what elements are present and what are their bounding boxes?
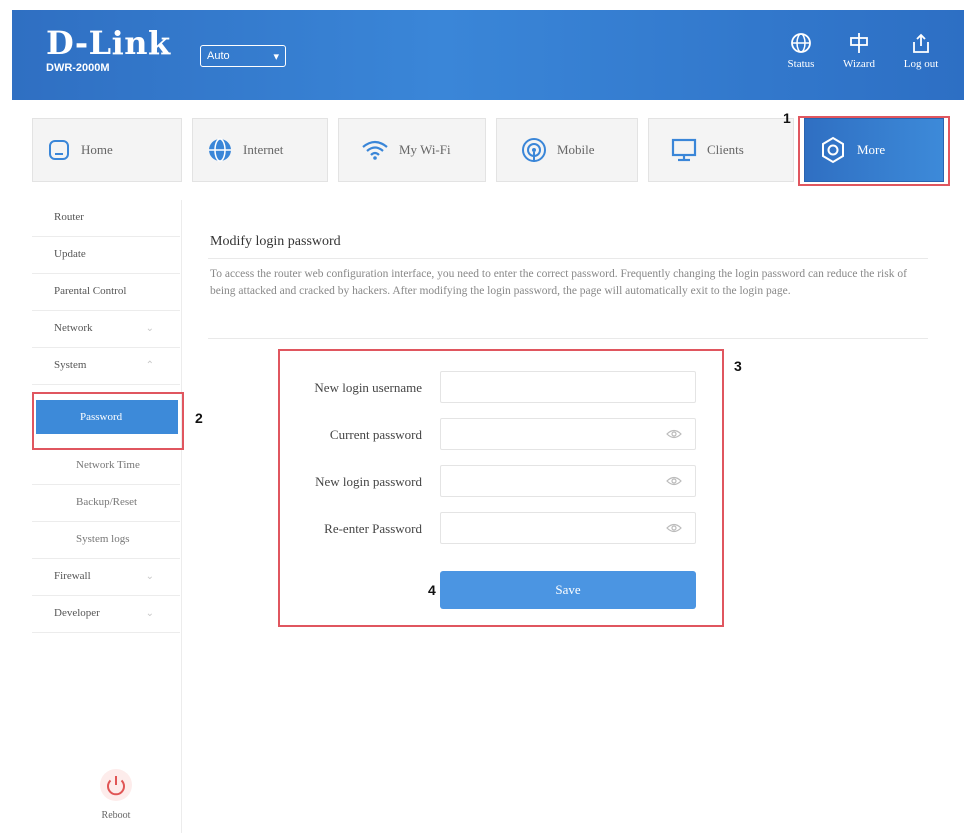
page-title: Modify login password [210, 234, 341, 249]
sidebar-item-label: Network Time [76, 459, 140, 471]
username-label: New login username [314, 380, 422, 395]
chevron-up-icon: ⌃ [145, 360, 154, 371]
step-marker-4: 4 [428, 582, 436, 598]
globe-icon [209, 138, 231, 162]
logo: D-Link DWR-2000M [46, 26, 171, 74]
tab-more-label: More [857, 142, 886, 157]
main-content: Modify login password To access the rout… [196, 200, 940, 833]
sidebar: Router Update Parental Control Network ⌄… [32, 200, 182, 833]
reboot-label: Reboot [101, 810, 131, 821]
divider [208, 338, 928, 339]
status-button[interactable]: Status [776, 32, 826, 70]
tab-home-label: Home [81, 142, 113, 157]
logo-text: D-Link [46, 24, 171, 62]
tab-mobile-label: Mobile [557, 142, 595, 157]
sidebar-item-label: System [54, 359, 87, 371]
divider [208, 258, 928, 259]
reboot-button[interactable]: Reboot [76, 768, 156, 821]
tab-mobile[interactable]: Mobile [496, 118, 638, 182]
header-bar: D-Link DWR-2000M Auto ▾ Status Wizard Lo… [12, 10, 964, 100]
language-value: Auto [207, 50, 230, 62]
current-password-label: Current password [329, 427, 422, 442]
home-icon [49, 140, 69, 160]
wizard-label: Wizard [843, 58, 875, 70]
chevron-down-icon: ⌄ [145, 571, 154, 582]
password-form: New login username Current password New … [278, 349, 724, 627]
tab-more[interactable]: More [804, 118, 944, 182]
settings-icon [822, 136, 844, 164]
step-marker-1: 1 [783, 110, 791, 126]
chevron-down-icon: ⌄ [145, 323, 154, 334]
eye-icon[interactable] [666, 523, 682, 533]
monitor-icon [671, 138, 697, 162]
reenter-password-input[interactable] [440, 512, 696, 544]
chevron-down-icon: ⌄ [145, 608, 154, 619]
chevron-down-icon: ▾ [273, 50, 279, 63]
tab-internet[interactable]: Internet [192, 118, 328, 182]
sidebar-item-password[interactable]: Password [36, 400, 178, 434]
tab-internet-label: Internet [243, 142, 284, 157]
sidebar-item-label: System logs [76, 533, 130, 545]
step-marker-3: 3 [734, 358, 742, 374]
tab-clients[interactable]: Clients [648, 118, 794, 182]
sidebar-item-label: Network [54, 322, 93, 334]
sidebar-item-network[interactable]: Network ⌄ [32, 311, 180, 348]
page-description: To access the router web configuration i… [210, 268, 907, 297]
sidebar-item-label: Update [54, 248, 86, 260]
sidebar-item-network-time[interactable]: Network Time [32, 448, 180, 485]
form-row-new-password: New login password [280, 465, 726, 499]
form-row-reenter-password: Re-enter Password [280, 512, 726, 546]
sidebar-item-label: Parental Control [54, 285, 127, 297]
eye-icon[interactable] [666, 429, 682, 439]
globe-icon [791, 33, 811, 53]
language-select[interactable]: Auto ▾ [200, 45, 286, 67]
sidebar-item-label: Developer [54, 607, 100, 619]
current-password-input[interactable] [440, 418, 696, 450]
sidebar-item-firewall[interactable]: Firewall ⌄ [32, 559, 180, 596]
sidebar-item-label: Firewall [54, 570, 91, 582]
new-password-input[interactable] [440, 465, 696, 497]
new-password-label: New login password [315, 474, 422, 489]
save-button[interactable]: Save [440, 571, 696, 609]
logout-icon [913, 33, 929, 53]
logout-button[interactable]: Log out [896, 32, 946, 70]
power-icon [100, 769, 132, 801]
sidebar-item-system-logs[interactable]: System logs [32, 522, 180, 559]
logout-label: Log out [903, 58, 939, 70]
form-row-current-password: Current password [280, 418, 726, 452]
sidebar-item-label: Password [80, 411, 123, 423]
mobile-signal-icon [522, 138, 546, 162]
model-name: DWR-2000M [46, 62, 110, 74]
form-row-username: New login username [280, 371, 726, 405]
eye-icon[interactable] [666, 476, 682, 486]
tab-clients-label: Clients [707, 142, 744, 157]
sidebar-item-developer[interactable]: Developer ⌄ [32, 596, 180, 633]
status-label: Status [787, 58, 815, 70]
sidebar-item-parental-control[interactable]: Parental Control [32, 274, 180, 311]
wizard-icon [850, 33, 868, 53]
wizard-button[interactable]: Wizard [834, 32, 884, 70]
sidebar-item-label: Router [54, 211, 84, 223]
sidebar-item-backup-reset[interactable]: Backup/Reset [32, 485, 180, 522]
sidebar-item-update[interactable]: Update [32, 237, 180, 274]
sidebar-item-router[interactable]: Router [32, 200, 180, 237]
sidebar-item-system[interactable]: System ⌃ [32, 348, 180, 385]
tab-my-wifi[interactable]: My Wi-Fi [338, 118, 486, 182]
tab-home[interactable]: Home [32, 118, 182, 182]
wifi-icon [362, 140, 388, 160]
tab-my-wifi-label: My Wi-Fi [399, 142, 451, 157]
new-username-input[interactable] [440, 371, 696, 403]
sidebar-item-label: Backup/Reset [76, 496, 138, 508]
reenter-password-label: Re-enter Password [324, 521, 422, 536]
